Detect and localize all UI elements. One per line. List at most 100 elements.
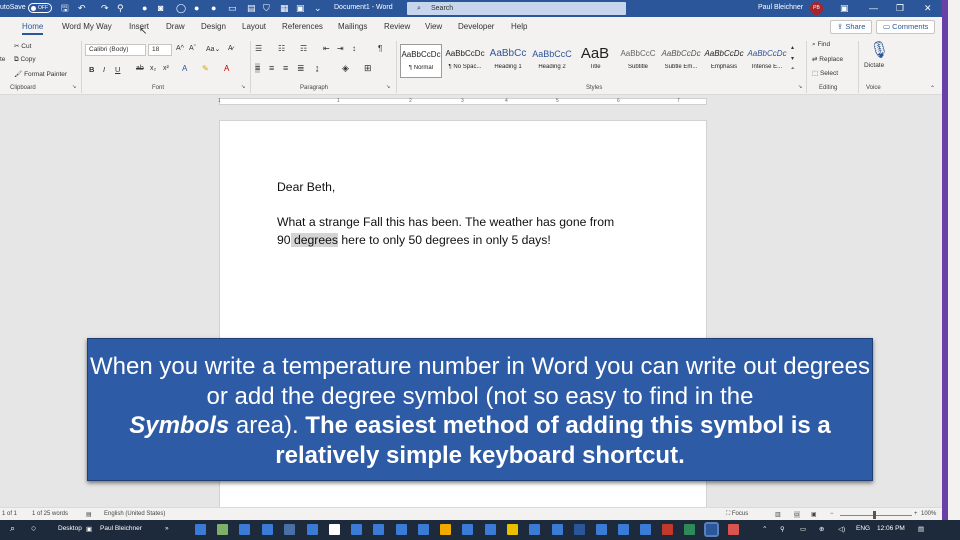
circle-icon[interactable]: ◯ (176, 3, 186, 13)
borders-icon[interactable]: ⊞ (364, 63, 372, 74)
align-right-icon[interactable]: ≡ (283, 63, 288, 73)
redo-icon[interactable]: ↷ (101, 3, 109, 13)
user-name[interactable]: Paul Bleichner (758, 4, 803, 11)
numbering-icon[interactable]: ☷ (278, 44, 285, 53)
share-button[interactable]: ⇪ Share (830, 20, 873, 34)
app-icon[interactable] (351, 524, 362, 535)
tab-help[interactable]: Help (511, 22, 527, 31)
text-box-icon[interactable]: ▣ (296, 3, 305, 13)
highlight-icon[interactable]: ✎ (202, 64, 209, 73)
minimize-icon[interactable]: — (869, 3, 878, 13)
app-icon[interactable] (462, 524, 473, 535)
app-icon[interactable] (418, 524, 429, 535)
save-icon[interactable]: 🖫 (61, 3, 69, 13)
table-icon[interactable]: ▦ (280, 3, 289, 13)
replace-button[interactable]: ⇄ Replace (812, 55, 843, 63)
tray-icon[interactable]: ▭ (800, 525, 806, 533)
folder-icon[interactable]: ▭ (228, 3, 237, 13)
print-layout-icon[interactable]: ▭ (794, 511, 800, 518)
pilcrow-icon[interactable]: ¶ (378, 44, 382, 53)
styles-launcher-icon[interactable]: ↘ (798, 84, 802, 90)
close-icon[interactable]: ✕ (924, 3, 932, 14)
clear-format-icon[interactable]: A̷ (228, 45, 233, 52)
focus-button[interactable]: ⛶ Focus (726, 511, 748, 518)
style-heading-2[interactable]: AaBbCcC Heading 2 (531, 44, 573, 78)
expand-icon[interactable]: » (165, 525, 169, 532)
tab-view[interactable]: View (425, 22, 442, 31)
tab-review[interactable]: Review (384, 22, 410, 31)
tab-layout[interactable]: Layout (242, 22, 266, 31)
underline-button[interactable]: U (115, 65, 120, 74)
avatar[interactable]: PB (810, 2, 823, 15)
paragraph-launcher-icon[interactable]: ↘ (386, 84, 390, 90)
multilevel-list-icon[interactable]: ☶ (300, 44, 307, 53)
tab-mailings[interactable]: Mailings (338, 22, 367, 31)
autosave-toggle[interactable]: OFF (28, 3, 52, 13)
style-normal[interactable]: AaBbCcDc ¶ Normal (400, 44, 442, 78)
zoom-in-icon[interactable]: + (914, 511, 918, 517)
style-subtle-emphasis[interactable]: AaBbCcDc Subtle Em... (660, 44, 702, 78)
language[interactable]: English (United States) (104, 511, 165, 517)
font-color-icon[interactable]: A (224, 64, 229, 73)
copy-button[interactable]: ⧉ Copy (14, 56, 36, 64)
customize-icon[interactable]: ⌄ (314, 3, 322, 13)
desktop-label[interactable]: Desktop (58, 525, 82, 532)
tray-icon[interactable]: ⚲ (780, 525, 785, 533)
align-left-icon[interactable]: ≡ (255, 63, 261, 73)
undo-icon[interactable]: ↶ (78, 3, 86, 13)
app-icon[interactable] (684, 524, 695, 535)
style-heading-1[interactable]: AaBbCc Heading 1 (487, 44, 529, 78)
dot2-icon[interactable]: ● (211, 3, 216, 13)
bullets-icon[interactable]: ☰ (255, 44, 262, 53)
app-icon[interactable] (440, 524, 451, 535)
network-icon[interactable]: ⊕ (819, 525, 824, 533)
italic-button[interactable]: I (103, 65, 105, 74)
tab-home[interactable]: Home (22, 22, 44, 35)
selected-text[interactable]: degrees (290, 233, 338, 247)
app-icon[interactable] (262, 524, 273, 535)
taskbar-user[interactable]: Paul Bleichner (100, 525, 142, 532)
camera-icon[interactable]: ◙ (158, 3, 163, 13)
notifications-icon[interactable]: ▤ (918, 525, 924, 533)
app-icon[interactable] (239, 524, 250, 535)
shading-icon[interactable]: ◈ (342, 63, 349, 74)
word-count[interactable]: 1 of 25 words (32, 511, 68, 517)
app-icon[interactable] (552, 524, 563, 535)
ribbon-display-icon[interactable]: ▣ (840, 3, 849, 14)
app-icon[interactable] (662, 524, 673, 535)
styles-scroll-down-icon[interactable]: ▾ (791, 55, 794, 62)
style-subtitle[interactable]: AaBbCcC Subtitle (617, 44, 659, 78)
styles-scroll-up-icon[interactable]: ▴ (791, 44, 794, 51)
bold-button[interactable]: B (89, 65, 94, 74)
read-mode-icon[interactable]: ▥ (775, 511, 781, 518)
app-icon[interactable] (618, 524, 629, 535)
line-spacing-icon[interactable]: ↨ (315, 63, 320, 73)
style-title[interactable]: AaB Title (574, 44, 616, 78)
collapse-ribbon-icon[interactable]: ⌃ (930, 85, 935, 92)
cortana-icon[interactable]: ○ (31, 523, 36, 533)
app-icon[interactable] (329, 524, 340, 535)
strikethrough-button[interactable]: ab (136, 65, 144, 72)
app-icon[interactable] (195, 524, 206, 535)
app-icon[interactable] (284, 524, 295, 535)
font-size-select[interactable]: 18 (148, 44, 172, 56)
tab-developer[interactable]: Developer (458, 22, 494, 31)
decrease-indent-icon[interactable]: ⇤ (323, 44, 330, 53)
app-icon[interactable] (728, 524, 739, 535)
shrink-font-icon[interactable]: Aˇ (189, 45, 196, 52)
zoom-level[interactable]: 100% (921, 511, 936, 517)
font-name-select[interactable]: Calibri (Body) (85, 44, 146, 56)
microphone-icon[interactable]: 🎙 (869, 40, 889, 60)
app-icon[interactable] (373, 524, 384, 535)
text-effects-icon[interactable]: A (182, 64, 187, 73)
style-no-spacing[interactable]: AaBbCcDc ¶ No Spac... (444, 44, 486, 78)
tab-references[interactable]: References (282, 22, 323, 31)
cut-button[interactable]: ✂ Cut (14, 42, 31, 50)
print-icon[interactable]: ▤ (247, 3, 256, 13)
find-button[interactable]: ⌕ Find (812, 41, 830, 49)
input-language[interactable]: ENG (856, 525, 870, 532)
search-box[interactable]: ⌕ Search (407, 2, 626, 15)
justify-icon[interactable]: ≣ (297, 63, 305, 74)
record-icon[interactable]: ● (142, 3, 147, 13)
styles-more-icon[interactable]: ⩡ (791, 66, 794, 73)
